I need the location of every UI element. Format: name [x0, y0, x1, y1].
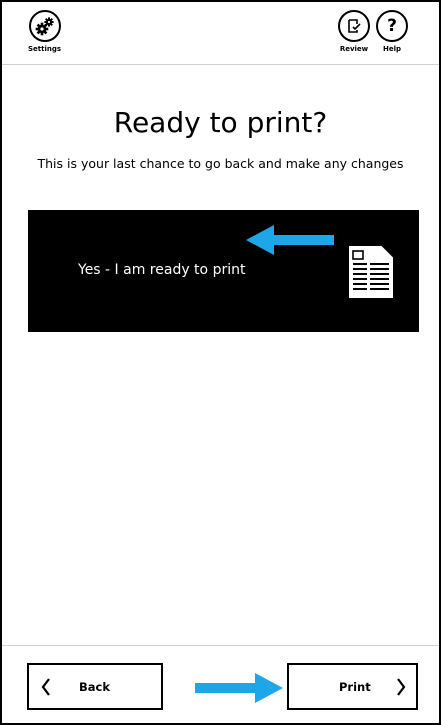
review-label: Review	[339, 45, 369, 53]
print-label: Print	[339, 680, 371, 694]
settings-icon	[28, 10, 61, 42]
review-icon	[338, 10, 370, 42]
page-subtitle: This is your last chance to go back and …	[37, 156, 404, 171]
chevron-right-icon	[397, 678, 406, 696]
back-button[interactable]: Back	[27, 663, 163, 710]
help-label: Help	[382, 45, 402, 53]
help-button[interactable]: ? Help	[376, 10, 408, 53]
print-button[interactable]: Print	[287, 663, 418, 710]
help-icon: ?	[376, 10, 408, 42]
ready-to-print-label: Yes - I am ready to print	[78, 262, 246, 278]
arrow-left-icon	[246, 225, 334, 255]
settings-button[interactable]: Settings	[28, 10, 61, 53]
help-glyph: ?	[387, 15, 397, 36]
ready-to-print-option[interactable]: Yes - I am ready to print	[28, 210, 419, 332]
chevron-left-icon	[41, 678, 50, 696]
back-label: Back	[79, 680, 110, 694]
settings-label: Settings	[28, 45, 62, 53]
arrow-right-icon	[195, 673, 283, 703]
document-icon	[347, 244, 395, 300]
page-title: Ready to print?	[113, 106, 328, 139]
footer-bar: Back Print	[2, 645, 439, 723]
review-button[interactable]: Review	[338, 10, 370, 53]
header-bar: Settings Review ? Help	[2, 2, 439, 65]
app-frame: Settings Review ? Help Ready to print? T…	[2, 2, 439, 723]
